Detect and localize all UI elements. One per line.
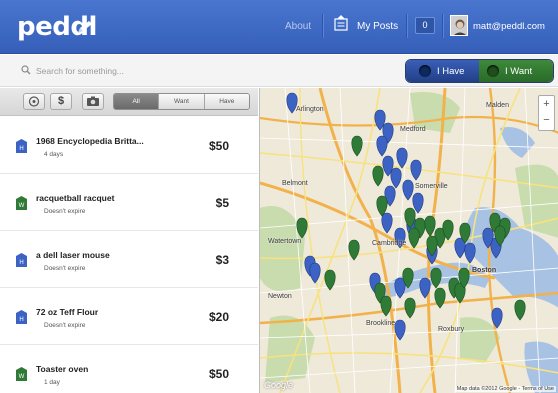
nav-divider xyxy=(406,14,407,38)
i-want-toggle[interactable]: I Want xyxy=(479,60,553,82)
segment-all[interactable]: All xyxy=(114,94,159,109)
zoom-in-button[interactable]: + xyxy=(539,96,554,112)
i-have-toggle[interactable]: I Have xyxy=(406,60,479,82)
filter-photo-button[interactable] xyxy=(82,93,104,110)
map-label: Belmont xyxy=(282,180,308,187)
listing-item[interactable]: W racquetball racquet Doesn't expire $5 xyxy=(0,174,258,231)
want-tag-icon: W xyxy=(16,196,27,210)
map-label: Somerville xyxy=(415,183,448,190)
map-zoom-control[interactable]: + − xyxy=(538,95,555,131)
map-label: Brookline xyxy=(366,320,396,327)
i-have-label: I Have xyxy=(437,66,465,77)
listing-expiry: 1 day xyxy=(44,379,60,386)
listing-title: 72 oz Teff Flour xyxy=(36,307,99,317)
listing-price: $50 xyxy=(208,367,229,381)
have-tag-icon: H xyxy=(16,139,27,153)
posts-count-badge[interactable]: 0 xyxy=(415,17,435,34)
map-label: Roxbury xyxy=(438,326,465,333)
i-want-label: I Want xyxy=(505,66,533,77)
listing-title: Toaster oven xyxy=(36,364,89,374)
nav-divider xyxy=(322,14,323,38)
want-tag-icon: W xyxy=(16,367,27,381)
have-tag-icon: H xyxy=(16,253,27,267)
map-label: Boston xyxy=(472,267,497,274)
user-email[interactable]: matt@peddl.com xyxy=(473,21,545,32)
filter-any-button[interactable] xyxy=(23,93,45,110)
listing-list: H 1968 Encyclopedia Britta... 4 days $50… xyxy=(0,117,258,393)
listing-price: $3 xyxy=(215,253,229,267)
camera-icon xyxy=(87,96,99,106)
svg-text:W: W xyxy=(19,203,25,209)
nav-about-link[interactable]: About xyxy=(285,21,311,32)
map-label: Cambridge xyxy=(372,240,407,247)
listing-price: $50 xyxy=(208,139,229,153)
map-label: Medford xyxy=(400,126,426,133)
map-label: Newton xyxy=(268,293,292,300)
search-input[interactable] xyxy=(36,63,286,79)
pencil-icon xyxy=(78,21,92,33)
map-copyright[interactable]: Map data ©2012 Google - Terms of Use xyxy=(454,386,556,392)
user-avatar[interactable] xyxy=(450,15,468,36)
listing-expiry: Doesn't expire xyxy=(44,208,86,215)
listing-item[interactable]: H a dell laser mouse Doesn't expire $3 xyxy=(0,231,258,288)
listing-expiry: 4 days xyxy=(44,151,64,158)
listing-item[interactable]: W Toaster oven 1 day $50 xyxy=(0,345,258,393)
listing-item[interactable]: H 1968 Encyclopedia Britta... 4 days $50 xyxy=(0,117,258,174)
nav-my-posts-link[interactable]: My Posts xyxy=(357,21,398,32)
svg-text:W: W xyxy=(19,374,25,380)
filter-bar: $ All Want Have xyxy=(0,88,258,116)
svg-text:H: H xyxy=(19,260,23,266)
circle-filter-icon xyxy=(28,96,40,107)
listing-title: 1968 Encyclopedia Britta... xyxy=(36,136,144,146)
svg-text:H: H xyxy=(19,146,23,152)
segment-have[interactable]: Have xyxy=(203,94,249,109)
map-canvas[interactable] xyxy=(260,88,558,393)
have-indicator-icon xyxy=(419,65,431,77)
listing-price: $5 xyxy=(215,196,229,210)
listings-map[interactable]: Arlington Medford Malden Belmont Somervi… xyxy=(259,88,558,393)
google-logo: Google xyxy=(264,380,294,390)
listing-expiry: Doesn't expire xyxy=(44,265,86,272)
listing-expiry: Doesn't expire xyxy=(44,322,86,329)
posts-icon xyxy=(334,15,348,31)
svg-text:H: H xyxy=(19,317,23,323)
search-icon xyxy=(21,65,31,75)
listing-price: $20 xyxy=(208,310,229,324)
want-indicator-icon xyxy=(487,65,499,77)
listing-item[interactable]: H 72 oz Teff Flour Doesn't expire $20 xyxy=(0,288,258,345)
segment-want[interactable]: Want xyxy=(158,94,204,109)
nav-divider xyxy=(442,14,443,38)
have-tag-icon: H xyxy=(16,310,27,324)
listing-title: racquetball racquet xyxy=(36,193,115,203)
zoom-out-button[interactable]: − xyxy=(539,112,554,128)
map-label: Malden xyxy=(486,102,509,109)
top-header: peddl About My Posts 0 matt@peddl.com xyxy=(0,0,558,54)
map-label: Watertown xyxy=(268,238,302,245)
have-want-toggle[interactable]: I Have I Want xyxy=(405,59,554,83)
type-segmented-control[interactable]: All Want Have xyxy=(113,93,250,110)
filter-price-button[interactable]: $ xyxy=(50,93,72,110)
map-label: Arlington xyxy=(296,106,324,113)
user-photo-icon xyxy=(451,16,467,35)
listing-title: a dell laser mouse xyxy=(36,250,110,260)
